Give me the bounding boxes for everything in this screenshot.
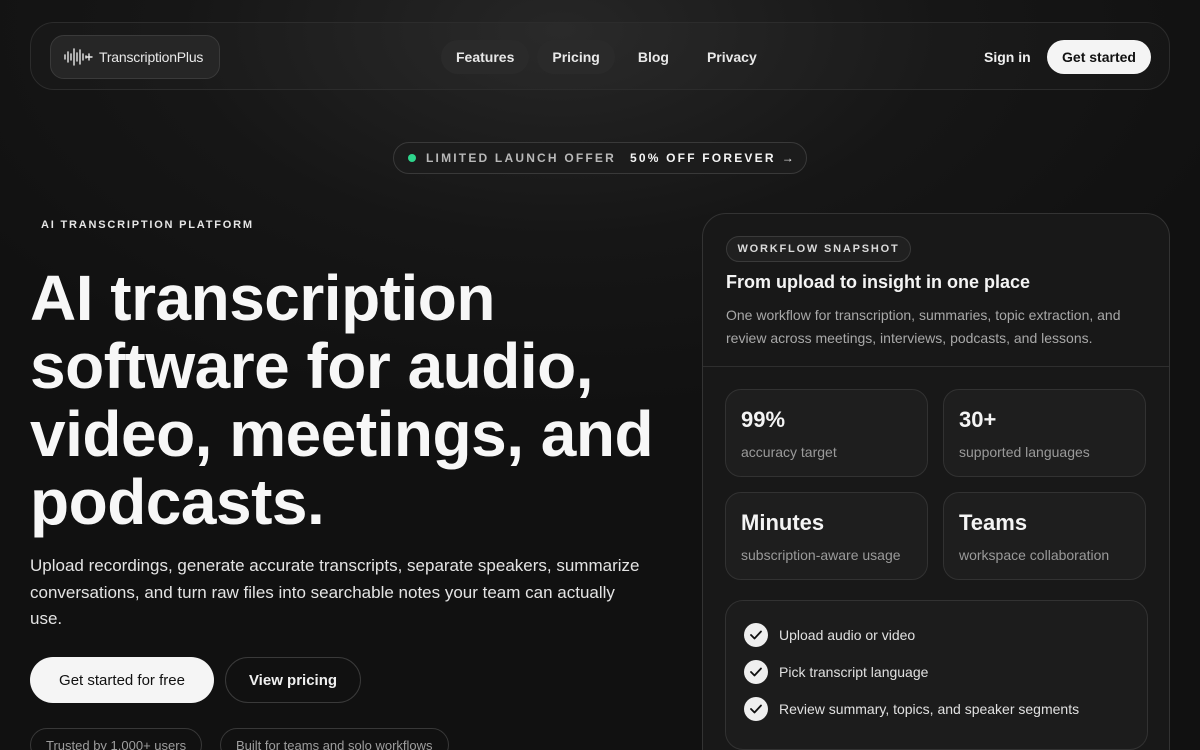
stat-value: 30+ (959, 407, 997, 432)
offer-label: LIMITED LAUNCH OFFER (426, 151, 616, 165)
stat-languages: 30+ supported languages (943, 389, 1146, 477)
stat-accuracy: 99% accuracy target (725, 389, 928, 477)
check-icon (744, 660, 768, 684)
hero-subtext: Upload recordings, generate accurate tra… (30, 556, 640, 628)
workflow-steps-list: Upload audio or video Pick transcript la… (725, 600, 1148, 750)
step-label: Review summary, topics, and speaker segm… (779, 701, 1080, 717)
hero-eyebrow: AI TRANSCRIPTION PLATFORM (41, 219, 254, 231)
snapshot-tag: WORKFLOW SNAPSHOT (726, 236, 911, 262)
stat-value: Minutes (741, 510, 825, 535)
step-label: Pick transcript language (779, 664, 929, 680)
stat-minutes: Minutes subscription-aware usage (725, 492, 928, 580)
brand-logo[interactable]: TranscriptionPlus (50, 35, 220, 79)
nav-links: Features Pricing Blog Privacy (441, 40, 772, 74)
trust-badge-workflows: Built for teams and solo workflows (220, 728, 449, 750)
card-divider (703, 366, 1169, 367)
nav-link-features[interactable]: Features (441, 40, 530, 74)
sign-in-link[interactable]: Sign in (984, 49, 1031, 65)
offer-highlight: 50% OFF FOREVER (630, 151, 776, 165)
step-label: Upload audio or video (779, 627, 916, 643)
get-started-button[interactable]: Get started (1047, 40, 1151, 74)
nav-link-privacy[interactable]: Privacy (692, 40, 772, 74)
arrow-right-icon: → (781, 151, 794, 165)
brand-name: TranscriptionPlus (99, 49, 204, 65)
list-item: Pick transcript language (744, 660, 928, 684)
card-description: One workflow for transcription, summarie… (726, 307, 1121, 346)
waveform-icon (64, 48, 93, 66)
hero-headline: AI transcription software for audio, vid… (30, 262, 654, 538)
stat-label: accuracy target (741, 444, 837, 460)
stat-label: subscription-aware usage (741, 547, 901, 563)
launch-offer-banner[interactable]: LIMITED LAUNCH OFFER 50% OFF FOREVER → (393, 142, 807, 174)
stat-label: supported languages (959, 444, 1090, 460)
check-icon (744, 623, 768, 647)
view-pricing-button[interactable]: View pricing (225, 657, 361, 703)
top-navigation: TranscriptionPlus Features Pricing Blog … (30, 22, 1170, 90)
stat-label: workspace collaboration (959, 547, 1110, 563)
status-dot-icon (408, 154, 416, 162)
nav-link-blog[interactable]: Blog (623, 40, 684, 74)
check-icon (744, 697, 768, 721)
list-item: Upload audio or video (744, 623, 915, 647)
stat-teams: Teams workspace collaboration (943, 492, 1146, 580)
stat-value: Teams (959, 510, 1028, 535)
trust-badge-users: Trusted by 1,000+ users (30, 728, 203, 750)
card-title: From upload to insight in one place (726, 272, 1031, 292)
nav-link-pricing[interactable]: Pricing (537, 40, 615, 74)
list-item: Review summary, topics, and speaker segm… (744, 697, 1079, 721)
workflow-snapshot-card: WORKFLOW SNAPSHOT From upload to insight… (702, 213, 1170, 750)
stat-value: 99% (741, 407, 786, 432)
get-started-free-button[interactable]: Get started for free (30, 657, 214, 703)
